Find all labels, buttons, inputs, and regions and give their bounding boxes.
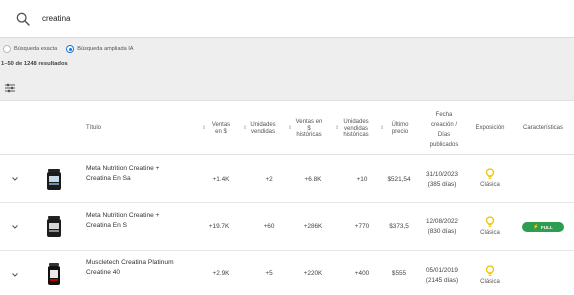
ai-search-radio[interactable]: Búsqueda ampliada IA bbox=[66, 45, 134, 53]
col-header-ventas-historicas[interactable]: Ventas en $ históricas bbox=[292, 119, 326, 139]
fecha-value: 05/01/2019 (2145 días) bbox=[425, 267, 459, 284]
product-thumbnail[interactable] bbox=[45, 262, 63, 286]
ventas-value: +19.7K bbox=[208, 223, 230, 230]
exact-search-label: Búsqueda exacta bbox=[14, 46, 58, 52]
search-mode-options: Búsqueda exacta Búsqueda ampliada IA bbox=[3, 45, 143, 53]
fecha-value: 31/10/2023 (385 días) bbox=[426, 171, 458, 188]
product-title[interactable]: Meta Nutrition Creatine + Creatina En Sa bbox=[86, 164, 196, 184]
full-badge: ⚡ FULL bbox=[522, 222, 564, 232]
ventas-historicas-value: +286K bbox=[303, 223, 323, 230]
unidades-historicas-value: +10 bbox=[356, 176, 368, 183]
exposicion-value: Clásica bbox=[480, 182, 500, 188]
ventas-value: +1.4K bbox=[212, 176, 230, 183]
lightning-icon: ⚡ bbox=[533, 224, 539, 229]
ventas-value: +2.9K bbox=[212, 270, 230, 277]
results-count: 1–50 de 1248 resultados bbox=[1, 61, 68, 67]
unidades-historicas-value: +400 bbox=[354, 270, 370, 277]
exact-search-radio[interactable]: Búsqueda exacta bbox=[3, 45, 57, 53]
table-row[interactable]: Meta Nutrition Creatine + Creatina En S … bbox=[0, 203, 574, 251]
search-icon[interactable] bbox=[11, 7, 35, 31]
sort-icon[interactable]: ⇕ bbox=[380, 125, 384, 131]
col-header-exposicion[interactable]: Exposición bbox=[470, 125, 510, 132]
results-table: Título ⇕ Ventas en $ ⇕ Unidades vendidas… bbox=[0, 100, 574, 295]
ventas-historicas-value: +6.8K bbox=[304, 176, 322, 183]
fecha-value: 12/08/2022 (830 días) bbox=[426, 218, 458, 235]
chevron-down-icon[interactable] bbox=[11, 271, 19, 279]
precio-value: $521,54 bbox=[387, 176, 411, 183]
exposicion-value: Clásica bbox=[480, 279, 500, 285]
search-bar bbox=[0, 0, 574, 38]
chevron-down-icon[interactable] bbox=[11, 223, 19, 231]
table-header: Título ⇕ Ventas en $ ⇕ Unidades vendidas… bbox=[0, 101, 574, 155]
ventas-historicas-value: +220K bbox=[303, 270, 323, 277]
radio-unchecked bbox=[3, 45, 11, 53]
ai-search-label: Búsqueda ampliada IA bbox=[77, 46, 134, 52]
radio-checked bbox=[66, 45, 75, 53]
sort-icon[interactable]: ⇕ bbox=[202, 125, 206, 131]
unidades-value: +60 bbox=[263, 223, 275, 230]
col-header-fecha[interactable]: Fecha creación / Días publicados bbox=[420, 110, 468, 150]
product-thumbnail[interactable] bbox=[45, 167, 63, 191]
unidades-value: +2 bbox=[265, 176, 273, 183]
unidades-value: +5 bbox=[265, 270, 273, 277]
chevron-down-icon[interactable] bbox=[11, 175, 19, 183]
precio-value: $373,5 bbox=[389, 223, 409, 230]
product-title[interactable]: Meta Nutrition Creatine + Creatina En S bbox=[86, 211, 196, 231]
unidades-historicas-value: +770 bbox=[354, 223, 370, 230]
product-thumbnail[interactable] bbox=[45, 214, 63, 238]
table-row[interactable]: Meta Nutrition Creatine + Creatina En Sa… bbox=[0, 155, 574, 203]
filter-icon[interactable] bbox=[4, 80, 16, 93]
col-header-unidades-historicas[interactable]: Unidades vendidas históricas bbox=[339, 119, 373, 139]
table-row[interactable]: Muscletech Creatina Platinum Creatine 40… bbox=[0, 251, 574, 295]
col-header-caracteristicas[interactable]: Características bbox=[518, 125, 568, 132]
col-header-ultimo-precio[interactable]: Último precio bbox=[386, 122, 414, 135]
exposicion-value: Clásica bbox=[480, 230, 500, 236]
precio-value: $555 bbox=[391, 270, 407, 277]
col-header-titulo[interactable]: Título bbox=[86, 125, 101, 132]
search-input[interactable] bbox=[42, 8, 522, 29]
col-header-unidades[interactable]: Unidades vendidas bbox=[247, 122, 279, 135]
col-header-ventas[interactable]: Ventas en $ bbox=[208, 122, 234, 135]
product-title[interactable]: Muscletech Creatina Platinum Creatine 40 bbox=[86, 258, 196, 278]
